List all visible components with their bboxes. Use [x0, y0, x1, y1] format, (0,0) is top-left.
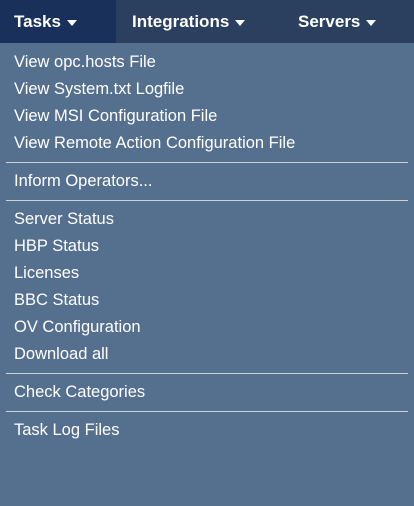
menu-separator — [6, 411, 408, 412]
menu-item-task-log-files[interactable]: Task Log Files — [0, 417, 414, 444]
menu-item-view-remote-action-config[interactable]: View Remote Action Configuration File — [0, 130, 414, 157]
chevron-down-icon — [366, 19, 377, 26]
tab-integrations-label: Integrations — [132, 11, 230, 31]
menu-item-bbc-status[interactable]: BBC Status — [0, 287, 414, 314]
tab-servers-label: Servers — [298, 11, 361, 31]
tasks-dropdown-menu: View opc.hosts File View System.txt Logf… — [0, 43, 414, 506]
menu-item-view-opc-hosts[interactable]: View opc.hosts File — [0, 49, 414, 76]
menu-item-view-system-logfile[interactable]: View System.txt Logfile — [0, 76, 414, 103]
menu-item-ov-configuration[interactable]: OV Configuration — [0, 314, 414, 341]
tab-integrations[interactable]: Integrations — [116, 0, 286, 43]
menu-separator — [6, 373, 408, 374]
tab-tasks-label: Tasks — [14, 11, 61, 31]
menu-item-hbp-status[interactable]: HBP Status — [0, 233, 414, 260]
menu-item-view-msi-config[interactable]: View MSI Configuration File — [0, 103, 414, 130]
chevron-down-icon — [66, 19, 77, 26]
chevron-down-icon — [235, 19, 246, 26]
menu-separator — [6, 162, 408, 163]
menu-bar: Tasks Integrations Servers — [0, 0, 414, 43]
menu-item-inform-operators[interactable]: Inform Operators... — [0, 168, 414, 195]
menu-item-licenses[interactable]: Licenses — [0, 260, 414, 287]
menu-item-download-all[interactable]: Download all — [0, 341, 414, 368]
tab-servers[interactable]: Servers — [286, 0, 414, 43]
menu-item-check-categories[interactable]: Check Categories — [0, 379, 414, 406]
menu-separator — [6, 200, 408, 201]
tab-tasks[interactable]: Tasks — [0, 0, 116, 43]
menu-item-server-status[interactable]: Server Status — [0, 206, 414, 233]
